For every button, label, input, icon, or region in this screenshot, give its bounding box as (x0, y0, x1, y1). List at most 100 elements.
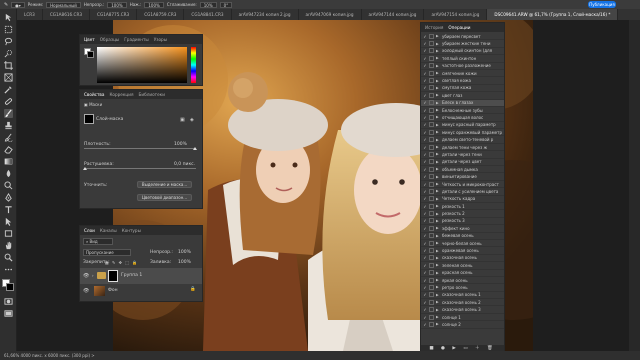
checkmark-icon[interactable]: ✓ (421, 145, 429, 150)
density-value[interactable]: 100% (174, 142, 187, 147)
layer-opacity-value[interactable]: 100% (178, 250, 191, 255)
checkmark-icon[interactable]: ✓ (421, 100, 429, 105)
checkmark-icon[interactable]: ✓ (421, 211, 429, 216)
action-row[interactable]: ✓ ▶ резкость 3 (421, 218, 504, 226)
action-row[interactable]: ✓ ▶ детали через тени (421, 151, 504, 159)
checkmark-icon[interactable]: ✓ (421, 241, 429, 246)
zoom-tool-icon[interactable] (4, 253, 13, 262)
checkmark-icon[interactable]: ✓ (421, 270, 429, 275)
action-row[interactable]: ✓ ▶ яркая осень (421, 277, 504, 285)
mode-select[interactable]: Нормальный (46, 1, 81, 8)
tab-gradients[interactable]: Градиенты (124, 37, 148, 42)
move-tool-icon[interactable] (4, 13, 13, 22)
dialog-toggle-box[interactable] (429, 107, 434, 113)
dialog-toggle-box[interactable] (429, 233, 434, 239)
checkmark-icon[interactable]: ✓ (421, 41, 429, 46)
action-row[interactable]: ✓ ▶ делаем свето-теневой р (421, 136, 504, 144)
blend-mode-select[interactable]: Пропускание (83, 249, 131, 256)
action-row[interactable]: ✓ ▶ виньетирование (421, 173, 504, 181)
document-tab[interactable]: arAV947069 копия.jpg (299, 9, 362, 20)
checkmark-icon[interactable]: ✓ (421, 159, 429, 164)
dialog-toggle-box[interactable] (429, 129, 434, 135)
action-row[interactable]: ✓ ▶ резкость 2 (421, 210, 504, 218)
action-row[interactable]: ✓ ▶ детали через цвет (421, 159, 504, 167)
action-row[interactable]: ✓ ▶ сказочная осень (421, 255, 504, 263)
dialog-toggle-box[interactable] (429, 48, 434, 54)
checkmark-icon[interactable]: ✓ (421, 78, 429, 83)
document-tab[interactable]: arAV947154 копия.jpg (424, 9, 488, 20)
action-row[interactable]: ✓ ▶ убираем жесткие тени (421, 40, 504, 48)
dialog-toggle-box[interactable] (429, 277, 434, 283)
checkmark-icon[interactable]: ✓ (421, 204, 429, 209)
action-row[interactable]: ✓ ▶ детали с усилением цвета (421, 188, 504, 196)
checkmark-icon[interactable]: ✓ (421, 122, 429, 127)
layer-row-group-1[interactable]: 👁 › Группа 1 (80, 268, 202, 284)
checkmark-icon[interactable]: ✓ (421, 93, 429, 98)
dialog-toggle-box[interactable] (429, 151, 434, 157)
dialog-toggle-box[interactable] (429, 159, 434, 165)
dialog-toggle-box[interactable] (429, 262, 434, 268)
action-row[interactable]: ✓ ▶ красная осень (421, 270, 504, 277)
crop-tool-icon[interactable] (4, 61, 13, 70)
action-row[interactable]: ✓ ▶ сказочная осень 2 (421, 299, 504, 307)
frame-tool-icon[interactable] (4, 73, 13, 82)
dialog-toggle-box[interactable] (429, 321, 434, 327)
action-row[interactable]: ✓ ▶ Четкость и микроконтраст (421, 181, 504, 189)
checkmark-icon[interactable]: ✓ (421, 263, 429, 268)
document-tab[interactable]: arAV947144 копия.jpg (362, 9, 425, 20)
flow-field[interactable]: 100% (144, 1, 164, 8)
checkmark-icon[interactable]: ✓ (421, 130, 429, 135)
layer-row-background[interactable]: 👁 Фон 🔒 (80, 284, 202, 298)
tab-libraries[interactable]: Библиотеки (139, 92, 165, 97)
dialog-toggle-box[interactable] (429, 270, 434, 276)
document-tab[interactable]: arAV947234 копия 2.jpg (232, 9, 299, 20)
dialog-toggle-box[interactable] (429, 41, 434, 47)
checkmark-icon[interactable]: ✓ (421, 300, 429, 305)
dialog-toggle-box[interactable] (429, 181, 434, 187)
tab-actions[interactable]: Операции (448, 25, 470, 30)
lock-icons[interactable]: ▦ ✎ ✥ ⬚ 🔒 (105, 260, 138, 265)
action-row[interactable]: ✓ ▶ зеленая осень (421, 262, 504, 270)
eyedropper-tool-icon[interactable] (4, 85, 13, 94)
tab-color[interactable]: Цвет (84, 37, 95, 42)
dialog-toggle-box[interactable] (429, 70, 434, 76)
checkmark-icon[interactable]: ✓ (421, 315, 429, 320)
lasso-tool-icon[interactable] (4, 37, 13, 46)
checkmark-icon[interactable]: ✓ (421, 226, 429, 231)
mask-thumbnail[interactable] (84, 114, 94, 124)
action-row[interactable]: ✓ ▶ отчищающая волос (421, 114, 504, 122)
layer-mask-thumbnail[interactable] (108, 270, 118, 282)
checkmark-icon[interactable]: ✓ (421, 196, 429, 201)
tab-layers[interactable]: Слои (84, 228, 95, 233)
checkmark-icon[interactable]: ✓ (421, 48, 429, 53)
checkmark-icon[interactable]: ✓ (421, 56, 429, 61)
select-and-mask-button[interactable]: Выделение и маска... (137, 181, 192, 188)
dialog-toggle-box[interactable] (429, 203, 434, 209)
rectangle-tool-icon[interactable] (4, 229, 13, 238)
document-tab[interactable]: CG1A8775.CR3 (90, 9, 138, 20)
action-row[interactable]: ✓ ▶ объемная дымка (421, 166, 504, 174)
color-picker-field[interactable] (97, 47, 187, 83)
checkmark-icon[interactable]: ✓ (421, 63, 429, 68)
layer-name[interactable]: Фон (108, 288, 118, 293)
document-tab[interactable]: CG1A8616.CR3 (43, 9, 91, 20)
action-row[interactable]: ✓ ▶ сказочная осень 3 (421, 306, 504, 314)
checkmark-icon[interactable]: ✓ (421, 233, 429, 238)
feather-value[interactable]: 0,0 пикс. (174, 162, 195, 167)
action-row[interactable]: ✓ ▶ сказочная осень 1 (421, 292, 504, 300)
opacity-field[interactable]: 100% (107, 1, 127, 8)
document-tab[interactable]: CG1A8841.CR3 (184, 9, 232, 20)
dialog-toggle-box[interactable] (429, 78, 434, 84)
dialog-toggle-box[interactable] (429, 218, 434, 224)
dialog-toggle-box[interactable] (429, 188, 434, 194)
checkmark-icon[interactable]: ✓ (421, 248, 429, 253)
angle-field[interactable]: 0° (219, 1, 233, 8)
action-row[interactable]: ✓ ▶ теплый скинтон (421, 55, 504, 63)
checkmark-icon[interactable]: ✓ (421, 137, 429, 142)
dialog-toggle-box[interactable] (429, 92, 434, 98)
fill-value[interactable]: 100% (178, 260, 191, 265)
dodge-tool-icon[interactable] (4, 181, 13, 190)
eye-icon[interactable]: 👁 (83, 288, 89, 294)
action-row[interactable]: ✓ ▶ ретро осень (421, 284, 504, 292)
dialog-toggle-box[interactable] (429, 122, 434, 128)
